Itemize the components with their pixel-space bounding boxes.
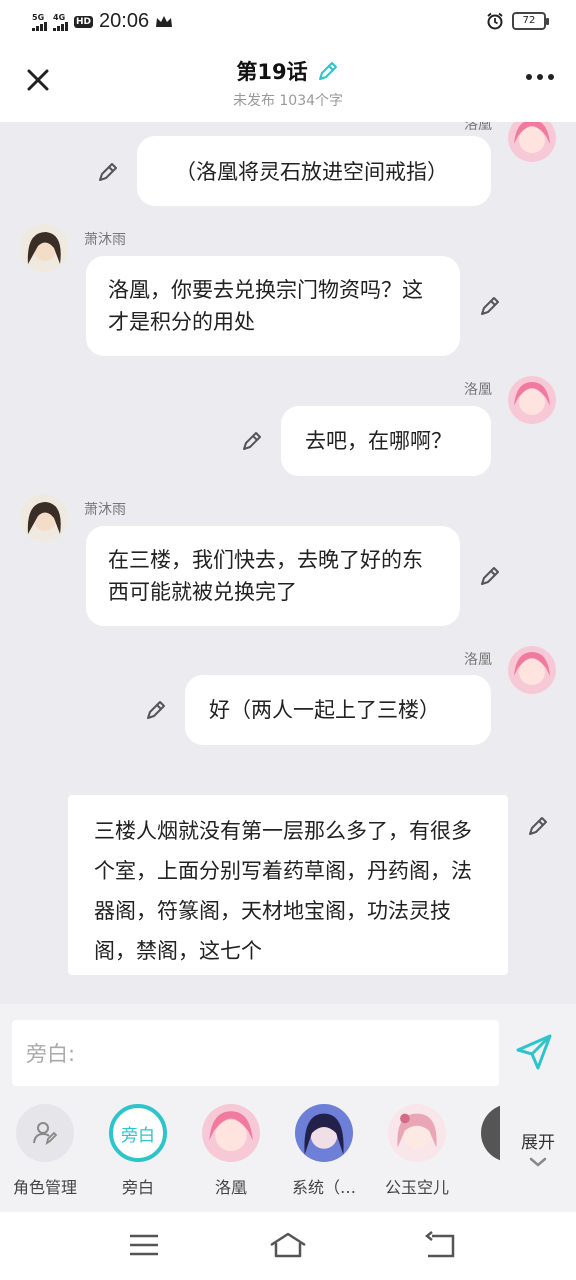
- role-manage-icon: [33, 1122, 58, 1146]
- battery-indicator: 72: [512, 12, 549, 30]
- avatar-xiaomuyu[interactable]: [20, 494, 68, 542]
- edit-message-icon[interactable]: [478, 294, 502, 318]
- word-count-status: 未发布 1034个字: [232, 93, 344, 109]
- more-options-button[interactable]: [526, 74, 554, 80]
- signal-5g-icon: 5G: [32, 13, 47, 31]
- avatar-luohuang[interactable]: [508, 122, 556, 162]
- chat-area[interactable]: 洛凰 （洛凰将灵石放进空间戒指） 萧沐雨 洛凰，你要去兑换宗门物资吗？这才是积分…: [0, 122, 576, 1004]
- message-bubble[interactable]: （洛凰将灵石放进空间戒指）: [137, 136, 491, 206]
- hd-voice-badge: HD: [74, 15, 94, 28]
- role-item-narration[interactable]: 旁白 旁白: [93, 1104, 183, 1198]
- crown-icon: [156, 15, 173, 27]
- expand-roles-button[interactable]: 展开: [510, 1128, 566, 1172]
- role-item-manage[interactable]: 角色管理: [0, 1104, 90, 1198]
- role-item-system[interactable]: 系统（…: [279, 1104, 369, 1198]
- role-selector: 角色管理 旁白 旁白 洛凰 系统（… 公玉空儿: [0, 1104, 500, 1204]
- edit-message-icon[interactable]: [96, 160, 120, 184]
- role-item-qin[interactable]: 秦: [465, 1104, 500, 1198]
- chevron-down-icon: [529, 1157, 547, 1167]
- message-bubble[interactable]: 好（两人一起上了三楼）: [185, 675, 491, 745]
- message-bubble[interactable]: 在三楼，我们快去，去晚了好的东西可能就被兑换完了: [86, 526, 460, 626]
- menu-icon[interactable]: [124, 1230, 164, 1260]
- avatar-luohuang[interactable]: [508, 376, 556, 424]
- role-item-luohuang[interactable]: 洛凰: [186, 1104, 276, 1198]
- speaker-name: 萧沐雨: [84, 232, 126, 248]
- message-bubble[interactable]: 去吧，在哪啊？: [281, 406, 491, 476]
- edit-message-icon[interactable]: [526, 814, 550, 838]
- speaker-name: 洛凰: [464, 382, 492, 398]
- message-bubble[interactable]: 洛凰，你要去兑换宗门物资吗？这才是积分的用处: [86, 256, 460, 356]
- composer: 旁白: 角色管理 旁白 旁白 洛凰 系统（… 公玉空儿 展开: [0, 1004, 576, 1212]
- edit-title-icon[interactable]: [316, 59, 340, 83]
- speaker-name: 萧沐雨: [84, 502, 126, 518]
- edit-message-icon[interactable]: [144, 698, 168, 722]
- speaker-name: 洛凰: [464, 652, 492, 668]
- header: 第19话 未发布 1034个字: [0, 44, 576, 122]
- avatar-luohuang[interactable]: [508, 646, 556, 694]
- role-item-gongyu[interactable]: 公玉空儿: [372, 1104, 462, 1198]
- back-icon[interactable]: [420, 1230, 460, 1260]
- message-input[interactable]: 旁白:: [12, 1020, 499, 1086]
- edit-message-icon[interactable]: [478, 564, 502, 588]
- page-title: 第19话: [236, 60, 308, 84]
- alarm-icon: [487, 12, 503, 30]
- avatar-xiaomuyu[interactable]: [20, 224, 68, 272]
- edit-message-icon[interactable]: [240, 429, 264, 453]
- send-icon[interactable]: [514, 1032, 554, 1072]
- signal-4g-icon: 4G: [53, 13, 68, 31]
- narration-bubble[interactable]: 三楼人烟就没有第一层那么多了，有很多个室，上面分别写着药草阁，丹药阁，法器阁，符…: [68, 795, 508, 975]
- home-icon[interactable]: [268, 1230, 308, 1260]
- speaker-name: 洛凰: [464, 122, 492, 133]
- system-nav-bar: [0, 1212, 576, 1280]
- status-bar: 5G 4G HD 20:06 72: [0, 0, 576, 44]
- clock: 20:06: [99, 10, 150, 32]
